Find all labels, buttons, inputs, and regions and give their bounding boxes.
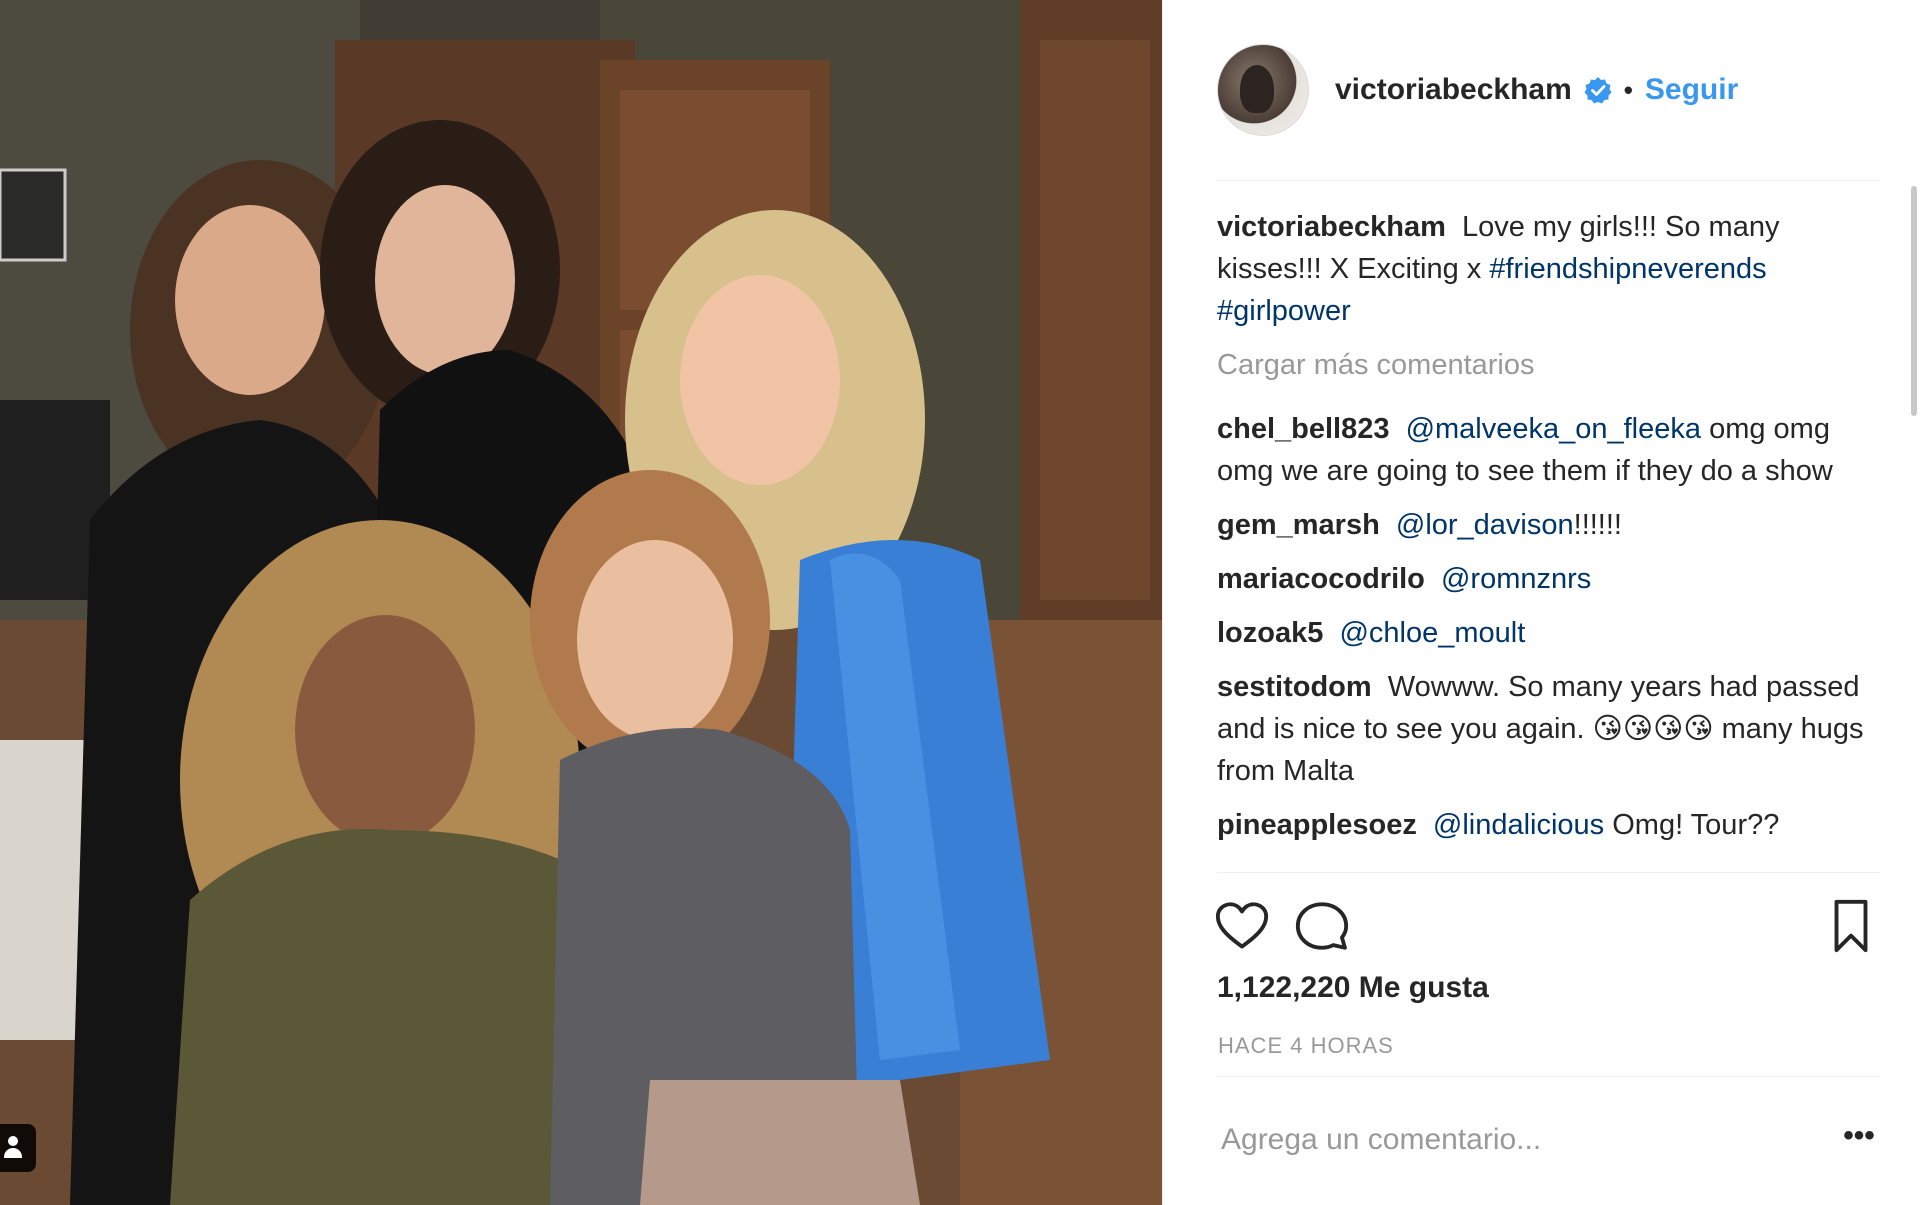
- comment-username[interactable]: pineapplesoez: [1217, 809, 1417, 841]
- comment-item: pineapplesoez @lindalicious Omg! Tour??: [1217, 804, 1877, 846]
- action-bar: [1213, 896, 1880, 956]
- comments-divider: [1217, 872, 1880, 873]
- header-separator: •: [1623, 74, 1633, 105]
- add-comment-input[interactable]: [1221, 1118, 1821, 1162]
- load-more-comments-button[interactable]: Cargar más comentarios: [1217, 344, 1877, 386]
- heart-icon[interactable]: [1213, 897, 1271, 955]
- comment-text: Omg! Tour??: [1612, 809, 1780, 841]
- bookmark-icon[interactable]: [1822, 897, 1880, 955]
- comment-username[interactable]: mariacocodrilo: [1217, 563, 1425, 595]
- comment-item: sestitodom Wowww. So many years had pass…: [1217, 666, 1877, 792]
- post-timestamp[interactable]: HACE 4 HORAS: [1218, 1033, 1394, 1059]
- avatar[interactable]: [1217, 44, 1309, 136]
- post-photo[interactable]: [0, 0, 1162, 1205]
- group-photo-illustration: [0, 0, 1162, 1205]
- hashtag-link[interactable]: #friendshipneverends: [1489, 253, 1766, 285]
- header-divider: [1217, 180, 1880, 181]
- comment-username[interactable]: sestitodom: [1217, 671, 1372, 703]
- follow-button[interactable]: Seguir: [1645, 73, 1738, 107]
- comments-list[interactable]: victoriabeckham Love my girls!!! So many…: [1217, 206, 1877, 870]
- post-header: victoriabeckham • Seguir: [1217, 44, 1880, 136]
- likes-count[interactable]: 1,122,220 Me gusta: [1217, 971, 1489, 1005]
- comment-item: gem_marsh @lor_davison!!!!!!: [1217, 504, 1877, 546]
- comment-mention[interactable]: @chloe_moult: [1339, 617, 1525, 649]
- comment-username[interactable]: gem_marsh: [1217, 509, 1380, 541]
- footer-divider: [1217, 1076, 1880, 1077]
- more-options-icon[interactable]: •••: [1839, 1121, 1879, 1156]
- comment-mention[interactable]: @lindalicious: [1433, 809, 1604, 841]
- comment-mention[interactable]: @romnznrs: [1441, 563, 1591, 595]
- comment-mention[interactable]: @lor_davison: [1396, 509, 1574, 541]
- post-author-username[interactable]: victoriabeckham: [1335, 73, 1572, 107]
- comment-item: lozoak5 @chloe_moult: [1217, 612, 1877, 654]
- comment-mention[interactable]: @malveeka_on_fleeka: [1406, 413, 1701, 445]
- comment-text: !!!!!!: [1573, 509, 1622, 541]
- comment-username[interactable]: lozoak5: [1217, 617, 1323, 649]
- comments-scrollbar[interactable]: [1911, 186, 1917, 416]
- user-tag-icon[interactable]: [0, 1124, 36, 1172]
- comment-username[interactable]: chel_bell823: [1217, 413, 1390, 445]
- post-side-panel: victoriabeckham • Seguir victoriabeckham…: [1162, 0, 1920, 1205]
- comment-item: mariacocodrilo @romnznrs: [1217, 558, 1877, 600]
- comment-bubble-icon[interactable]: [1293, 897, 1351, 955]
- caption-username[interactable]: victoriabeckham: [1217, 211, 1446, 243]
- hashtag-link[interactable]: #girlpower: [1217, 295, 1351, 327]
- comment-item: chel_bell823 @malveeka_on_fleeka omg omg…: [1217, 408, 1877, 492]
- verified-badge-icon: [1584, 76, 1612, 104]
- post-caption: victoriabeckham Love my girls!!! So many…: [1217, 206, 1877, 332]
